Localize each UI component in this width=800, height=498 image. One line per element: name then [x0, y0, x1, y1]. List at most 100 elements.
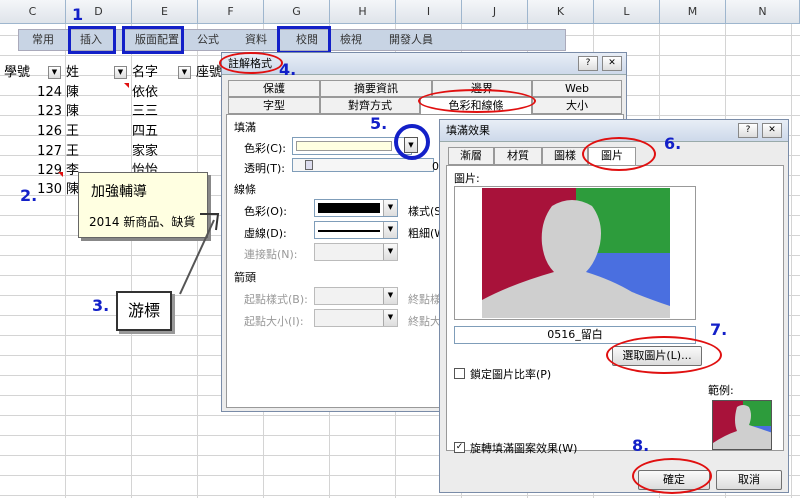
lock-ratio-checkbox[interactable] [454, 368, 465, 379]
connector-dropdown[interactable]: ▼ [314, 243, 398, 261]
review-highlight [277, 26, 331, 54]
tab-protection[interactable]: 保護 [228, 80, 320, 97]
cell-first[interactable]: 四五 [132, 123, 158, 141]
col-header-i[interactable]: I [396, 0, 462, 24]
connector-label: 連接點(N): [244, 248, 298, 261]
col-header-f[interactable]: F [198, 0, 264, 24]
cell-id[interactable]: 126 [0, 123, 62, 141]
ok-button-annotation [632, 458, 712, 494]
col-header-e[interactable]: E [132, 0, 198, 24]
cancel-button[interactable]: 取消 [716, 470, 782, 490]
step-4-label: 4. [279, 60, 297, 79]
comment-indicator-icon [58, 172, 63, 177]
cell-id[interactable]: 129 [0, 162, 62, 180]
line-color-dropdown[interactable]: ▼ [314, 199, 398, 217]
cell-last[interactable]: 王 [66, 123, 79, 141]
col-header-m[interactable]: M [660, 0, 726, 24]
picture-tab-annotation [582, 137, 656, 171]
fill-color-label: 色彩(C): [244, 142, 286, 155]
fill-effects-dialog: 填滿效果 ? ✕ 漸層 材質 圖樣 圖片 圖片: 0516_留白 選取圖片(L)… [439, 119, 789, 493]
fill-section-label: 填滿 [234, 121, 256, 134]
tab-summary[interactable]: 摘要資訊 [320, 80, 432, 97]
picture-preview [482, 188, 670, 318]
col-header-k[interactable]: K [528, 0, 594, 24]
help-button[interactable]: ? [738, 123, 758, 138]
colors-tab-annotation [418, 89, 536, 113]
help-button[interactable]: ? [578, 56, 598, 71]
tab-alignment[interactable]: 對齊方式 [320, 97, 420, 114]
cell-first[interactable]: 家家 [132, 143, 158, 161]
dialog-title-annotation [219, 52, 283, 74]
col-header-h[interactable]: H [330, 0, 396, 24]
step-8-label: 8. [632, 436, 650, 455]
close-icon[interactable]: ✕ [602, 56, 622, 71]
begin-size-label: 起點大小(I): [244, 315, 304, 328]
cell-last[interactable]: 陳 [66, 84, 79, 102]
fill-color-swatch [296, 141, 392, 151]
dropdown-annotation [394, 124, 430, 160]
tab-developer[interactable]: 開發人員 [383, 30, 439, 50]
sample-label: 範例: [708, 384, 734, 397]
tab-gradient[interactable]: 漸層 [448, 147, 494, 165]
rotate-fill-label: 旋轉填滿圖案效果(W) [470, 442, 578, 455]
step-5-label: 5. [370, 114, 388, 133]
col-header-j[interactable]: J [462, 0, 528, 24]
cell-last[interactable]: 王 [66, 143, 79, 161]
tab-view[interactable]: 檢視 [333, 30, 369, 50]
cell-last[interactable]: 陳 [66, 103, 79, 121]
header-seat: 座號 [196, 65, 223, 80]
chevron-down-icon[interactable]: ▼ [383, 288, 397, 304]
tab-texture[interactable]: 材質 [494, 147, 542, 165]
cursor-arrow-icon [179, 213, 220, 295]
tab-home[interactable]: 常用 [25, 30, 61, 50]
close-icon[interactable]: ✕ [762, 123, 782, 138]
cursor-label-box: 游標 [116, 291, 172, 331]
col-header-g[interactable]: G [264, 0, 330, 24]
tab-web[interactable]: Web [532, 80, 622, 97]
line-color-label: 色彩(O): [244, 205, 287, 218]
dash-label: 虛線(D): [244, 227, 287, 240]
step-1-label: 1 [72, 5, 84, 24]
transparency-slider[interactable] [292, 158, 434, 172]
transparency-label: 透明(T): [244, 162, 286, 175]
step-2-label: 2. [20, 186, 38, 205]
tab-pattern[interactable]: 圖樣 [542, 147, 588, 165]
tab-formulas[interactable]: 公式 [191, 30, 225, 50]
comment-title: 加強輔導 [91, 184, 147, 200]
header-first-name: 名字 [132, 65, 159, 80]
cell-first[interactable]: 依依 [132, 84, 158, 102]
col-header-n[interactable]: N [726, 0, 800, 24]
chevron-down-icon[interactable]: ▼ [383, 222, 397, 238]
chevron-down-icon[interactable]: ▼ [383, 310, 397, 326]
begin-style-label: 起點樣式(B): [244, 293, 308, 306]
step1-highlight [68, 26, 116, 54]
begin-size-dropdown[interactable]: ▼ [314, 309, 398, 327]
chevron-down-icon[interactable]: ▼ [383, 200, 397, 216]
filter-dropdown-e[interactable]: ▼ [178, 66, 191, 79]
rotate-fill-checkbox[interactable]: ✓ [454, 442, 465, 453]
sample-preview [712, 400, 772, 450]
dash-dropdown[interactable]: ▼ [314, 221, 398, 239]
step-3-label: 3. [92, 296, 110, 315]
step-6-label: 6. [664, 134, 682, 153]
filter-dropdown-d[interactable]: ▼ [114, 66, 127, 79]
line-color-swatch [318, 203, 380, 213]
cell-id[interactable]: 127 [0, 143, 62, 161]
tab-data[interactable]: 資料 [237, 30, 275, 50]
slider-thumb[interactable] [305, 160, 313, 170]
col-header-l[interactable]: L [594, 0, 660, 24]
step-7-label: 7. [710, 320, 728, 339]
chevron-down-icon[interactable]: ▼ [383, 244, 397, 260]
end-size-label: 終點大 [408, 315, 441, 328]
begin-style-dropdown[interactable]: ▼ [314, 287, 398, 305]
col-header-c[interactable]: C [0, 0, 66, 24]
cell-first[interactable]: 三三 [132, 103, 158, 121]
tab-font[interactable]: 字型 [228, 97, 320, 114]
picture-label: 圖片: [454, 172, 480, 185]
tab-size[interactable]: 大小 [532, 97, 622, 114]
end-style-label: 終點樣 [408, 293, 441, 306]
header-last-name: 姓 [66, 65, 80, 80]
cell-id[interactable]: 124 [0, 84, 62, 102]
cell-id[interactable]: 123 [0, 103, 62, 121]
filter-dropdown-c[interactable]: ▼ [48, 66, 61, 79]
